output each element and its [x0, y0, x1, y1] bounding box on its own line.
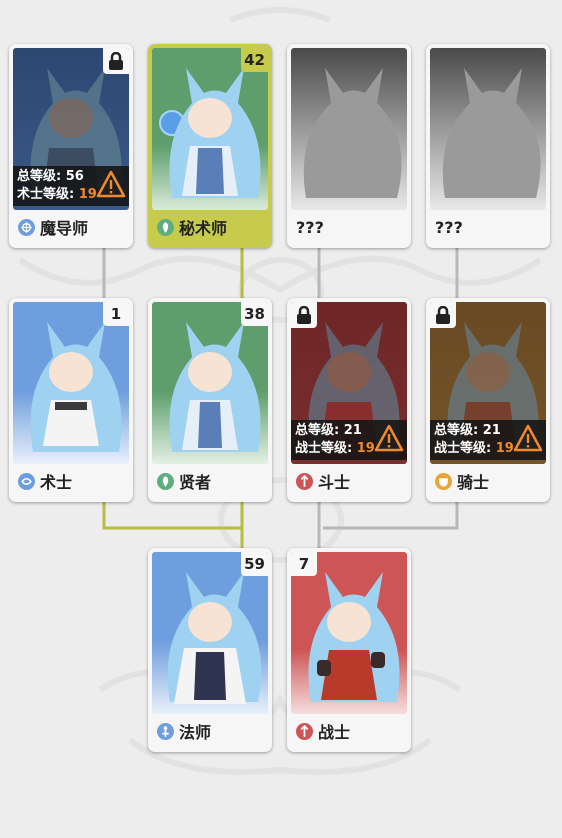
- character-sprite: [30, 322, 122, 452]
- class-portrait: 7: [291, 552, 407, 714]
- sage-emblem-icon: [157, 472, 174, 490]
- unlock-requirements: 总等级: 21 战士等级: 19: [291, 420, 407, 460]
- req-total-value: 21: [482, 423, 501, 438]
- class-name: 魔导师: [40, 219, 89, 238]
- lock-icon: [291, 302, 317, 328]
- class-level-badge: 1: [103, 302, 129, 326]
- class-name: 斗士: [318, 473, 351, 492]
- unlock-requirements: 总等级: 56 术士等级: 19: [13, 166, 129, 206]
- class-portrait: [430, 48, 546, 210]
- character-sprite: [169, 322, 261, 452]
- class-level-badge: 42: [241, 48, 268, 72]
- warrior-emblem-icon: [296, 722, 313, 740]
- arcane-emblem-icon: [18, 218, 35, 236]
- req-class-value: 19: [78, 187, 97, 202]
- class-portrait: 42: [152, 48, 268, 210]
- path-shushi-fashi: [102, 500, 242, 530]
- req-total-value: 21: [343, 423, 362, 438]
- class-card-fashi[interactable]: 59 法师: [148, 548, 272, 752]
- req-class-value: 19: [356, 441, 375, 456]
- warning-icon: [96, 170, 126, 198]
- class-portrait: 总等级: 56 术士等级: 19: [13, 48, 129, 210]
- class-name: 骑士: [457, 473, 490, 492]
- class-card-doushi[interactable]: 总等级: 21 战士等级: 19 斗士: [287, 298, 411, 502]
- class-name: ???: [435, 217, 463, 237]
- class-portrait: [291, 48, 407, 210]
- class-name: ???: [296, 217, 324, 237]
- class-name: 术士: [40, 473, 73, 492]
- req-class-value: 19: [495, 441, 514, 456]
- class-portrait: 38: [152, 302, 268, 464]
- lock-icon: [103, 48, 129, 74]
- class-card-unknown-2[interactable]: ???: [426, 44, 550, 248]
- class-card-zhanshi[interactable]: 7 战士: [287, 548, 411, 752]
- class-card-shushi[interactable]: 1 术士: [9, 298, 133, 502]
- req-total-value: 56: [65, 169, 84, 184]
- hidden-character-silhouette: [442, 68, 541, 198]
- class-card-unknown-1[interactable]: ???: [287, 44, 411, 248]
- warning-icon: [513, 424, 543, 452]
- class-level-badge: 59: [241, 552, 268, 576]
- class-level-badge: 38: [241, 302, 268, 326]
- warrior-emblem-icon: [296, 472, 313, 490]
- class-card-moudaoshi[interactable]: 总等级: 56 术士等级: 19 魔导师: [9, 44, 133, 248]
- class-card-qishi[interactable]: 总等级: 21 战士等级: 19 骑士: [426, 298, 550, 502]
- class-name: 贤者: [179, 473, 212, 492]
- knight-emblem-icon: [435, 472, 452, 490]
- path-qishi-zhanshi: [323, 500, 459, 530]
- class-card-mishushi[interactable]: 42 秘术师: [148, 44, 272, 248]
- arcane-emblem-icon: [18, 472, 35, 490]
- mage-emblem-icon: [157, 722, 174, 740]
- class-portrait: 59: [152, 552, 268, 714]
- character-sprite: [167, 572, 262, 704]
- hidden-character-silhouette: [303, 68, 402, 198]
- class-portrait: 1: [13, 302, 129, 464]
- class-portrait: 总等级: 21 战士等级: 19: [430, 302, 546, 464]
- unlock-requirements: 总等级: 21 战士等级: 19: [430, 420, 546, 460]
- class-name: 战士: [318, 723, 351, 742]
- character-sprite: [159, 68, 261, 198]
- class-name: 秘术师: [179, 219, 228, 238]
- class-portrait: 总等级: 21 战士等级: 19: [291, 302, 407, 464]
- sage-emblem-icon: [157, 218, 174, 236]
- character-sprite: [308, 572, 400, 702]
- warning-icon: [374, 424, 404, 452]
- class-level-badge: 7: [291, 552, 317, 576]
- class-card-xianzhe[interactable]: 38 贤者: [148, 298, 272, 502]
- lock-icon: [430, 302, 456, 328]
- class-name: 法师: [179, 723, 212, 742]
